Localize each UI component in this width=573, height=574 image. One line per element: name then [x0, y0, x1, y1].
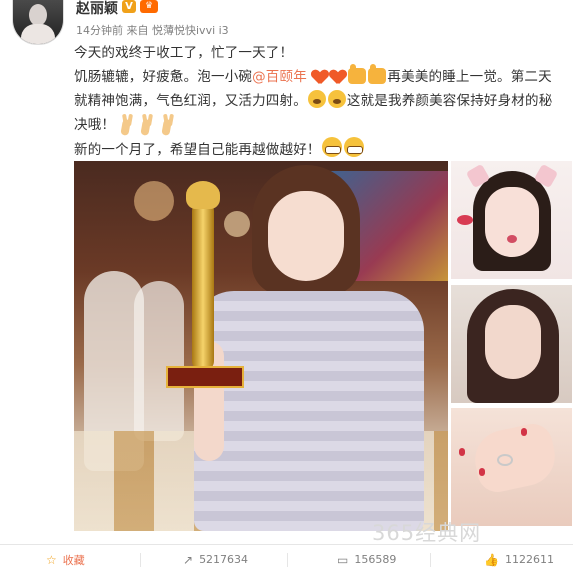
post-text-line-2b: 再美美的睡上一觉。第二天	[387, 69, 552, 85]
thumb-face	[485, 187, 539, 257]
post-text-line-1: 今天的戏终于收工了，忙了一天了！	[74, 45, 294, 61]
post-text-line-3b: 这就是我养颜美容保持好身材的秘	[346, 93, 553, 109]
comment-button[interactable]: ▭ 156589	[337, 545, 396, 574]
action-separator	[287, 553, 288, 567]
photo-dress	[194, 291, 424, 531]
mention-link[interactable]: @百颐年	[252, 69, 307, 85]
kiss-sticker	[457, 215, 473, 225]
post-text-line-2a: 饥肠辘辘，好疲惫。泡一小碗	[74, 69, 253, 85]
post-text-line-5: 新的一个月了，希望自己能再越做越好！	[74, 142, 321, 158]
avatar-face	[29, 4, 47, 26]
watermark: 365经典网	[372, 521, 482, 545]
repost-button[interactable]: ↗ 5217634	[183, 545, 248, 574]
member-badge[interactable]: ♛	[140, 0, 158, 13]
like-button[interactable]: 👍 1122611	[484, 545, 554, 574]
post-line: 就精神饱满，气色红润，又活力四射。 这就是我养颜美容保持好身材的秘	[74, 89, 568, 113]
verified-badge[interactable]: V	[122, 0, 136, 13]
post-line: 饥肠辘辘，好疲惫。泡一小碗@百颐年 再美美的睡上一觉。第二天	[74, 64, 568, 89]
post-line: 今天的戏终于收工了，忙了一天了！	[74, 41, 568, 65]
trophy-base	[166, 366, 244, 388]
photo-background-figure	[134, 281, 184, 441]
thumb-ring	[497, 454, 513, 466]
repost-count: 5217634	[199, 553, 249, 566]
heart-icon	[330, 70, 346, 84]
post-line: 决哦！	[74, 113, 568, 137]
post-text-line-4: 决哦！	[74, 117, 116, 133]
trophy	[192, 201, 214, 371]
grin-emoji-icon	[321, 137, 342, 157]
thumbs-up-emoji-icon	[368, 64, 387, 84]
repost-icon: ↗	[183, 552, 194, 567]
timestamp[interactable]: 14分钟前	[76, 24, 123, 37]
thumbs-up-emoji-icon	[348, 64, 367, 84]
trophy-top	[186, 181, 220, 209]
thumbnail-photo-1[interactable]	[451, 161, 572, 279]
action-separator	[140, 553, 141, 567]
photo-bokeh	[134, 181, 174, 221]
grin-emoji-icon	[343, 137, 364, 157]
thumbs-up-icon: 👍	[484, 552, 499, 567]
like-count: 1122611	[504, 553, 554, 566]
photo-bokeh	[224, 211, 250, 237]
thumbnail-photo-3[interactable]	[451, 408, 572, 526]
author-name[interactable]: 赵丽颖	[76, 0, 118, 18]
action-separator	[430, 553, 431, 567]
photo-face	[268, 191, 344, 281]
victory-hand-icon	[162, 114, 176, 132]
post-text-line-3a: 就精神饱满，气色红润，又活力四射。	[74, 93, 307, 109]
favorite-button[interactable]: ☆ 收藏	[46, 545, 85, 574]
thumbnail-photo-2[interactable]	[451, 285, 572, 403]
thumb-nail	[521, 428, 527, 436]
thumb-hand	[469, 420, 561, 496]
blush-emoji-icon	[327, 90, 346, 108]
comment-count: 156589	[354, 553, 397, 566]
blush-emoji-icon	[307, 90, 326, 108]
favorite-label: 收藏	[62, 553, 85, 567]
thumb-nail	[459, 448, 465, 456]
post-meta: 14分钟前 来自 悦薄悦快ivvi i3	[76, 22, 229, 38]
thumb-face	[485, 305, 541, 379]
source-prefix: 来自	[126, 24, 149, 37]
victory-hand-icon	[121, 114, 135, 132]
avatar[interactable]	[12, 0, 64, 45]
post-text: 今天的戏终于收工了，忙了一天了！ 饥肠辘辘，好疲惫。泡一小碗@百颐年 再美美的睡…	[74, 41, 568, 161]
post-line: 新的一个月了，希望自己能再越做越好！	[74, 137, 568, 161]
action-bar: ☆ 收藏 ↗ 5217634 ▭ 156589 👍 1122611	[0, 545, 573, 574]
victory-hand-icon	[141, 114, 155, 132]
heart-icon	[312, 70, 328, 84]
thumb-nail	[479, 468, 485, 476]
main-photo[interactable]	[74, 161, 448, 531]
star-icon: ☆	[46, 552, 57, 567]
avatar-body	[21, 24, 55, 44]
comment-icon: ▭	[337, 552, 349, 567]
thumb-lips	[507, 235, 517, 243]
source[interactable]: 悦薄悦快ivvi i3	[152, 24, 229, 37]
